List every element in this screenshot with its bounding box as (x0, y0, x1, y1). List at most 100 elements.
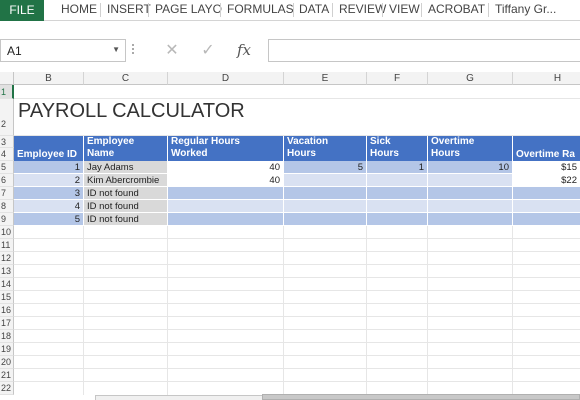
header-regular-hours[interactable]: Regular Hours Worked (168, 136, 284, 161)
row-header[interactable]: 5 (0, 161, 14, 174)
formula-bar-grip-icon[interactable] (132, 44, 135, 58)
tab-separator (421, 3, 422, 17)
tab-view[interactable]: VIEW (389, 0, 420, 21)
header-vacation-hours[interactable]: Vacation Hours (284, 136, 367, 161)
header-overtime-hours[interactable]: Overtime Hours (428, 136, 513, 161)
tab-home[interactable]: HOME (61, 0, 97, 21)
header-employee-id[interactable]: Employee ID (14, 136, 84, 161)
row-header[interactable]: 7 (0, 187, 14, 200)
row-header[interactable]: 12 (0, 252, 14, 265)
tab-formulas[interactable]: FORMULAS (227, 0, 294, 21)
row-header[interactable]: 14 (0, 278, 14, 291)
cell-overtime-hours[interactable]: 10 (428, 161, 513, 174)
cell-employee-name[interactable]: ID not found (84, 187, 168, 200)
cancel-icon[interactable]: ✕ (158, 39, 186, 62)
cell-employee-name[interactable]: ID not found (84, 200, 168, 213)
column-header-h[interactable]: H (513, 72, 580, 85)
cell-sick-hours[interactable] (367, 174, 428, 187)
cell-overtime-hours[interactable] (428, 174, 513, 187)
column-header-b[interactable]: B (14, 72, 84, 85)
cell-employee-name[interactable]: ID not found (84, 213, 168, 226)
cell-employee-id[interactable]: 5 (14, 213, 84, 226)
cell-employee-id[interactable]: 3 (14, 187, 84, 200)
row-header[interactable]: 8 (0, 200, 14, 213)
header-vacation-hours-line1: Vacation (287, 136, 329, 147)
row-header[interactable]: 22 (0, 382, 14, 395)
cell-sick-hours[interactable] (367, 187, 428, 200)
cell-employee-id[interactable]: 1 (14, 161, 84, 174)
tab-review[interactable]: REVIEW (339, 0, 386, 21)
tab-insert[interactable]: INSERT (107, 0, 151, 21)
cell-employee-id[interactable]: 4 (14, 200, 84, 213)
tab-page-layout[interactable]: PAGE LAYO (155, 0, 222, 21)
enter-check-icon[interactable]: ✓ (194, 39, 222, 62)
row-header[interactable]: 6 (0, 174, 14, 187)
formula-input[interactable] (268, 39, 580, 62)
cell-vacation-hours[interactable] (284, 174, 367, 187)
cell-sick-hours[interactable] (367, 200, 428, 213)
sheet-title[interactable]: PAYROLL CALCULATOR (18, 100, 245, 123)
name-box[interactable]: A1 ▼ (0, 39, 126, 62)
horizontal-scrollbar-thumb[interactable] (262, 394, 580, 400)
cell-sick-hours[interactable]: 1 (367, 161, 428, 174)
cell-overtime-hours[interactable] (428, 200, 513, 213)
tab-acrobat[interactable]: ACROBAT (428, 0, 485, 21)
row-header[interactable]: 19 (0, 343, 14, 356)
header-regular-hours-line1: Regular Hours (171, 136, 240, 147)
row-header[interactable]: 3 (0, 136, 14, 148)
row-header[interactable]: 18 (0, 330, 14, 343)
row-header[interactable]: 15 (0, 291, 14, 304)
column-header-f[interactable]: F (367, 72, 428, 85)
tab-file[interactable]: FILE (0, 0, 44, 21)
row-header[interactable]: 11 (0, 239, 14, 252)
cell-overtime-rate[interactable] (513, 187, 580, 200)
cell-employee-name[interactable]: Jay Adams (84, 161, 168, 174)
row-header[interactable]: 1 (0, 85, 14, 99)
gridline (427, 225, 428, 395)
cell-regular-hours[interactable]: 40 (168, 174, 284, 187)
column-header-c[interactable]: C (84, 72, 168, 85)
row-header[interactable]: 9 (0, 213, 14, 226)
cell-overtime-hours[interactable] (428, 187, 513, 200)
cell-sick-hours[interactable] (367, 213, 428, 226)
row-header[interactable]: 21 (0, 369, 14, 382)
header-employee-name-line1: Employee (87, 136, 135, 147)
cell-regular-hours[interactable] (168, 187, 284, 200)
tab-data[interactable]: DATA (299, 0, 329, 21)
column-header-g[interactable]: G (428, 72, 513, 85)
cell-regular-hours[interactable]: 40 (168, 161, 284, 174)
cell-employee-id[interactable]: 2 (14, 174, 84, 187)
row-header[interactable]: 16 (0, 304, 14, 317)
cell-vacation-hours[interactable] (284, 213, 367, 226)
cell-vacation-hours[interactable] (284, 187, 367, 200)
row-header[interactable]: 17 (0, 317, 14, 330)
row-header[interactable]: 20 (0, 356, 14, 369)
column-header-d[interactable]: D (168, 72, 284, 85)
cell-overtime-rate[interactable]: $15 (513, 161, 580, 174)
user-account-name[interactable]: Tiffany Gr... (495, 0, 580, 21)
cell-vacation-hours[interactable] (284, 200, 367, 213)
spreadsheet-grid[interactable]: B C D E F G H 1 2 3 4 5 6 7 8 9 10 11 12… (0, 72, 580, 395)
cell-vacation-hours[interactable]: 5 (284, 161, 367, 174)
tab-separator (488, 3, 489, 17)
header-sick-hours[interactable]: Sick Hours (367, 136, 428, 161)
cell-overtime-hours[interactable] (428, 213, 513, 226)
column-header-e[interactable]: E (284, 72, 367, 85)
cell-employee-name[interactable]: Kim Abercrombie (84, 174, 168, 187)
select-all-corner[interactable] (0, 72, 14, 85)
cell-regular-hours[interactable] (168, 213, 284, 226)
gridline (14, 277, 580, 278)
insert-function-fx-icon[interactable]: fx (230, 39, 258, 62)
chevron-down-icon[interactable]: ▼ (112, 45, 120, 54)
row-header[interactable]: 10 (0, 226, 14, 239)
cell-overtime-rate[interactable] (513, 200, 580, 213)
header-overtime-rate[interactable]: Overtime Ra (513, 136, 580, 161)
cell-regular-hours[interactable] (168, 200, 284, 213)
cell-overtime-rate[interactable] (513, 213, 580, 226)
cell-overtime-rate[interactable]: $22 (513, 174, 580, 187)
row-header[interactable]: 4 (0, 148, 14, 161)
row-header[interactable]: 13 (0, 265, 14, 278)
sheet-tab-area[interactable] (0, 395, 96, 400)
header-employee-name[interactable]: Employee Name (84, 136, 168, 161)
row-header[interactable]: 2 (0, 99, 14, 136)
